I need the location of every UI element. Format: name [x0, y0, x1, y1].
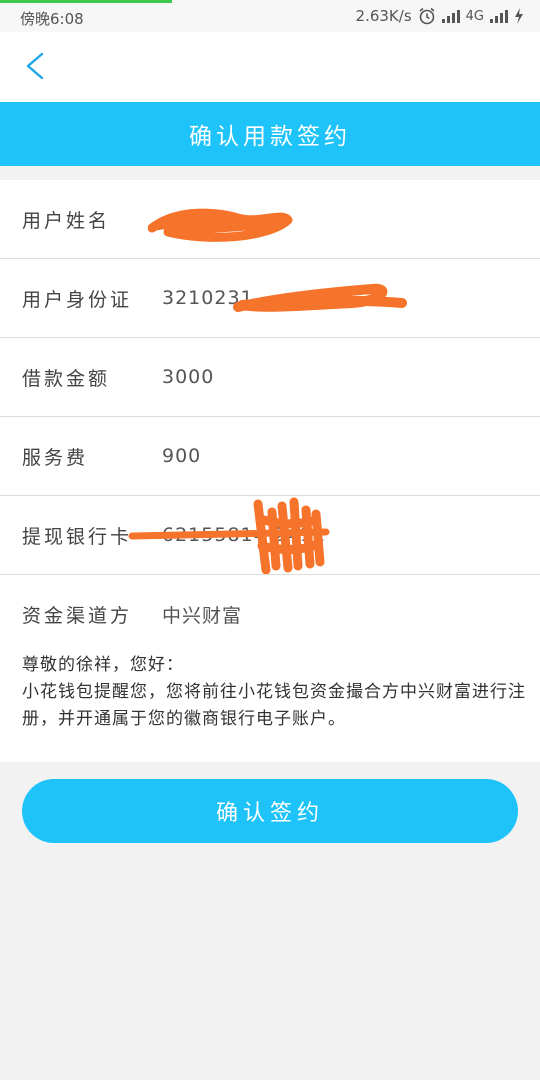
row-label: 用户姓名 [22, 209, 111, 232]
notice-greeting: 尊敬的徐祥，您好： [22, 655, 184, 675]
signal-icon [490, 9, 508, 23]
page-load-progress [0, 0, 172, 3]
row-user-name: 用户姓名 [0, 180, 540, 259]
redaction-scribble [148, 208, 293, 242]
notice-body: 小花钱包提醒您，您将前往小花钱包资金撮合方中兴财富进行注册，并开通属于您的徽商银… [22, 682, 526, 729]
nav-bar [0, 32, 540, 102]
chevron-left-icon [26, 52, 44, 80]
row-value: 3210231 [162, 287, 254, 309]
notice-text: 尊敬的徐祥，您好： 小花钱包提醒您，您将前往小花钱包资金撮合方中兴财富进行注册，… [0, 652, 540, 762]
contract-info-list: 用户姓名 用户身份证 3210231 借款金额 3000 服务费 900 提现银… [0, 180, 540, 653]
redaction-scribble [233, 283, 407, 312]
row-service-fee: 服务费 900 [0, 417, 540, 496]
row-label: 资金渠道方 [22, 604, 133, 627]
status-time: 傍晚6:08 [20, 10, 84, 28]
confirm-sign-button[interactable]: 确认签约 [22, 779, 518, 843]
network-type: 4G [465, 8, 484, 24]
page-title: 确认用款签约 [189, 124, 351, 150]
alarm-icon [419, 7, 435, 25]
status-indicators: 2.63K/s 4G [356, 7, 524, 25]
row-value: 900 [162, 445, 202, 467]
back-button[interactable] [16, 46, 56, 86]
row-value: 中兴财富 [162, 604, 243, 627]
status-bar: 傍晚6:08 2.63K/s 4G [0, 0, 540, 32]
page-title-bar: 确认用款签约 [0, 102, 540, 166]
row-bank-card: 提现银行卡 62155814 2411 [0, 496, 540, 575]
row-label: 用户身份证 [22, 288, 133, 311]
row-value: 3000 [162, 366, 215, 388]
net-speed: 2.63K/s [355, 7, 412, 25]
row-id-number: 用户身份证 3210231 [0, 259, 540, 338]
row-loan-amount: 借款金额 3000 [0, 338, 540, 417]
row-label: 借款金额 [22, 367, 111, 390]
charging-icon [515, 8, 523, 24]
row-value: 62155814 2411 [162, 524, 327, 546]
row-funding-channel: 资金渠道方 中兴财富 [0, 575, 540, 653]
row-label: 提现银行卡 [22, 525, 133, 548]
row-label: 服务费 [22, 446, 89, 469]
signal-icon [441, 9, 460, 23]
